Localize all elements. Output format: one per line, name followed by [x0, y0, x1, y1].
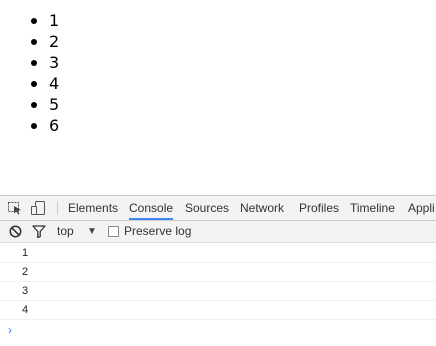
devtools-panel: Elements Console Sources Network Profile…	[0, 195, 436, 346]
tab-application[interactable]: Appli	[408, 196, 435, 220]
chevron-down-icon[interactable]: ▼	[87, 224, 97, 239]
devtools-tab-bar: Elements Console Sources Network Profile…	[0, 195, 436, 221]
console-toolbar: top ▼ Preserve log	[0, 221, 436, 243]
preserve-log-label[interactable]: Preserve log	[124, 224, 191, 239]
console-message: 3	[0, 282, 436, 301]
list-item: 4	[30, 74, 60, 93]
tab-sources[interactable]: Sources	[185, 196, 229, 220]
tab-profiles[interactable]: Profiles	[299, 196, 339, 220]
inspect-element-icon[interactable]	[7, 201, 23, 215]
toolbar-divider	[57, 201, 58, 215]
context-select[interactable]: top	[57, 224, 74, 239]
list-item: 5	[30, 95, 60, 114]
console-prompt[interactable]: ›	[0, 320, 436, 340]
prompt-chevron-icon: ›	[8, 323, 12, 337]
tab-network[interactable]: Network	[240, 196, 284, 220]
console-message: 2	[0, 263, 436, 282]
list-item: 6	[30, 116, 60, 135]
list-item: 2	[30, 32, 60, 51]
console-message: 4	[0, 301, 436, 320]
preserve-log-checkbox[interactable]	[108, 226, 119, 237]
filter-icon[interactable]	[32, 225, 46, 239]
console-message: 1	[0, 244, 436, 263]
tab-elements[interactable]: Elements	[68, 196, 118, 220]
list-item: 1	[30, 11, 60, 30]
clear-console-icon[interactable]	[9, 225, 22, 238]
device-mode-icon[interactable]	[30, 201, 46, 215]
tab-timeline[interactable]: Timeline	[350, 196, 395, 220]
list-item: 3	[30, 53, 60, 72]
console-output: 1 2 3 4 ›	[0, 244, 436, 346]
tab-console[interactable]: Console	[129, 196, 174, 220]
page-bullet-list: 1 2 3 4 5 6	[0, 10, 59, 136]
